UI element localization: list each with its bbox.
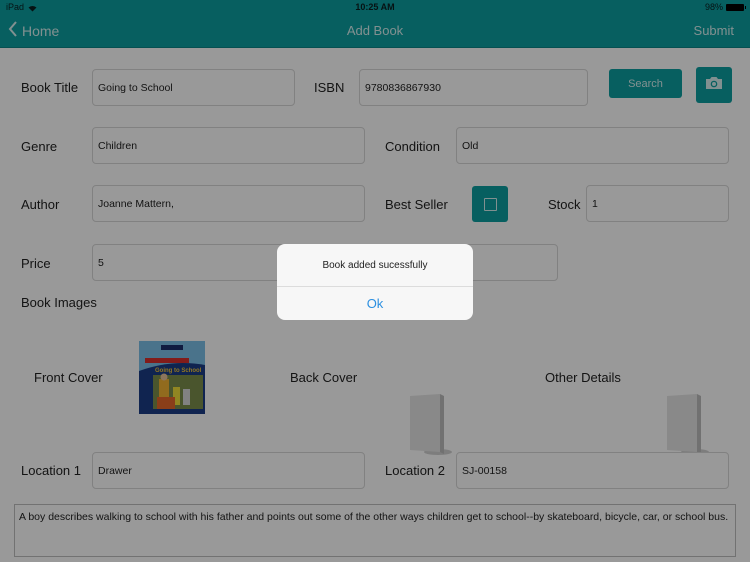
- success-alert: Book added sucessfully Ok: [277, 244, 473, 320]
- ok-button[interactable]: Ok: [277, 287, 473, 320]
- alert-message: Book added sucessfully: [277, 244, 473, 287]
